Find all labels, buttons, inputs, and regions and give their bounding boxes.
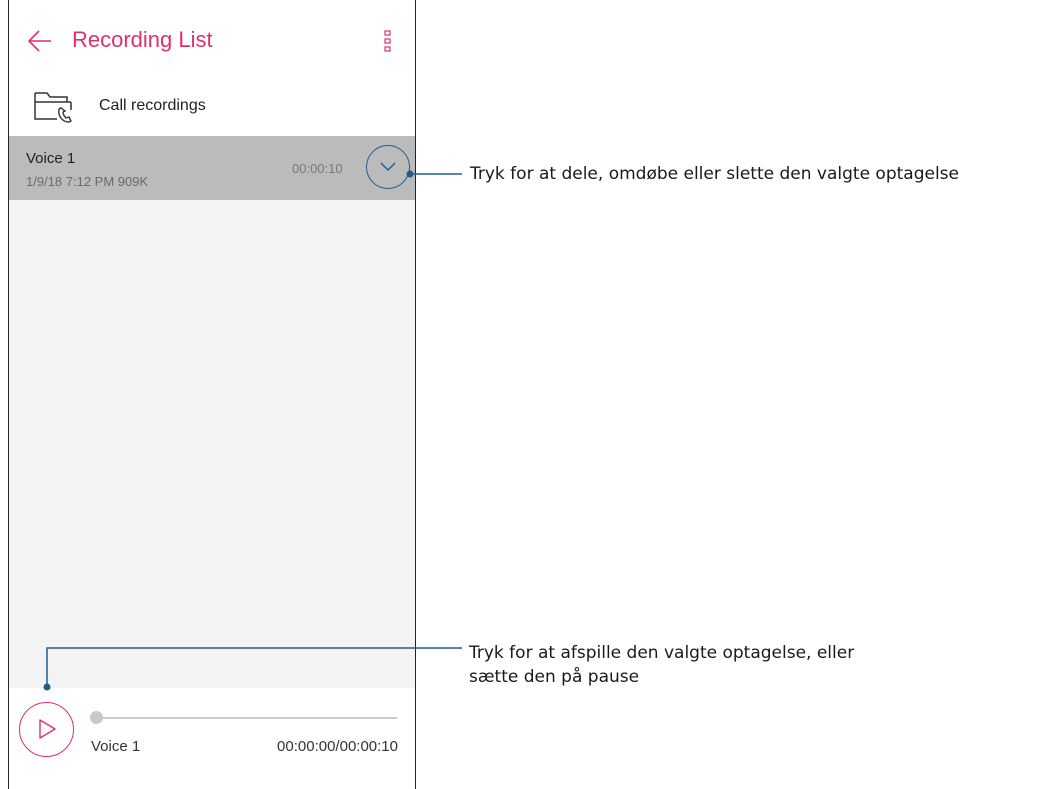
page-title: Recording List [72,27,213,52]
phone-screen: Recording List Call recordings Voice 1 1… [8,0,416,789]
callout-play-hint: Tryk for at afspille den valgte optagels… [469,641,854,689]
callout-play-hint-line2: sætte den på pause [469,667,640,687]
vertical-dots-icon[interactable] [383,30,393,52]
play-icon [39,719,56,739]
player-bar: Voice 1 00:00:00/00:00:10 [9,688,415,789]
app-bar: Recording List [9,0,415,82]
recording-list: Voice 1 1/9/18 7:12 PM 909K 00:00:10 [9,136,415,688]
expand-options-button[interactable] [366,145,410,189]
recording-item[interactable]: Voice 1 1/9/18 7:12 PM 909K 00:00:10 [9,136,415,200]
arrow-left-icon[interactable] [27,28,53,54]
player-track-name: Voice 1 [91,738,141,755]
folder-label: Call recordings [99,97,206,114]
chevron-down-icon [380,162,396,171]
player-time: 00:00:00/00:00:10 [277,738,398,755]
seek-bar[interactable] [90,711,397,724]
callout-expand-hint: Tryk for at dele, omdøbe eller slette de… [470,164,959,184]
call-recordings-folder[interactable]: Call recordings [9,82,415,134]
recording-name: Voice 1 [26,150,76,167]
callout-play-hint-line1: Tryk for at afspille den valgte optagels… [469,643,855,663]
folder-phone-icon [33,88,75,124]
recording-duration: 00:00:10 [292,161,343,176]
seek-thumb[interactable] [90,711,103,724]
play-button[interactable] [19,702,74,757]
recording-meta: 1/9/18 7:12 PM 909K [26,174,149,189]
